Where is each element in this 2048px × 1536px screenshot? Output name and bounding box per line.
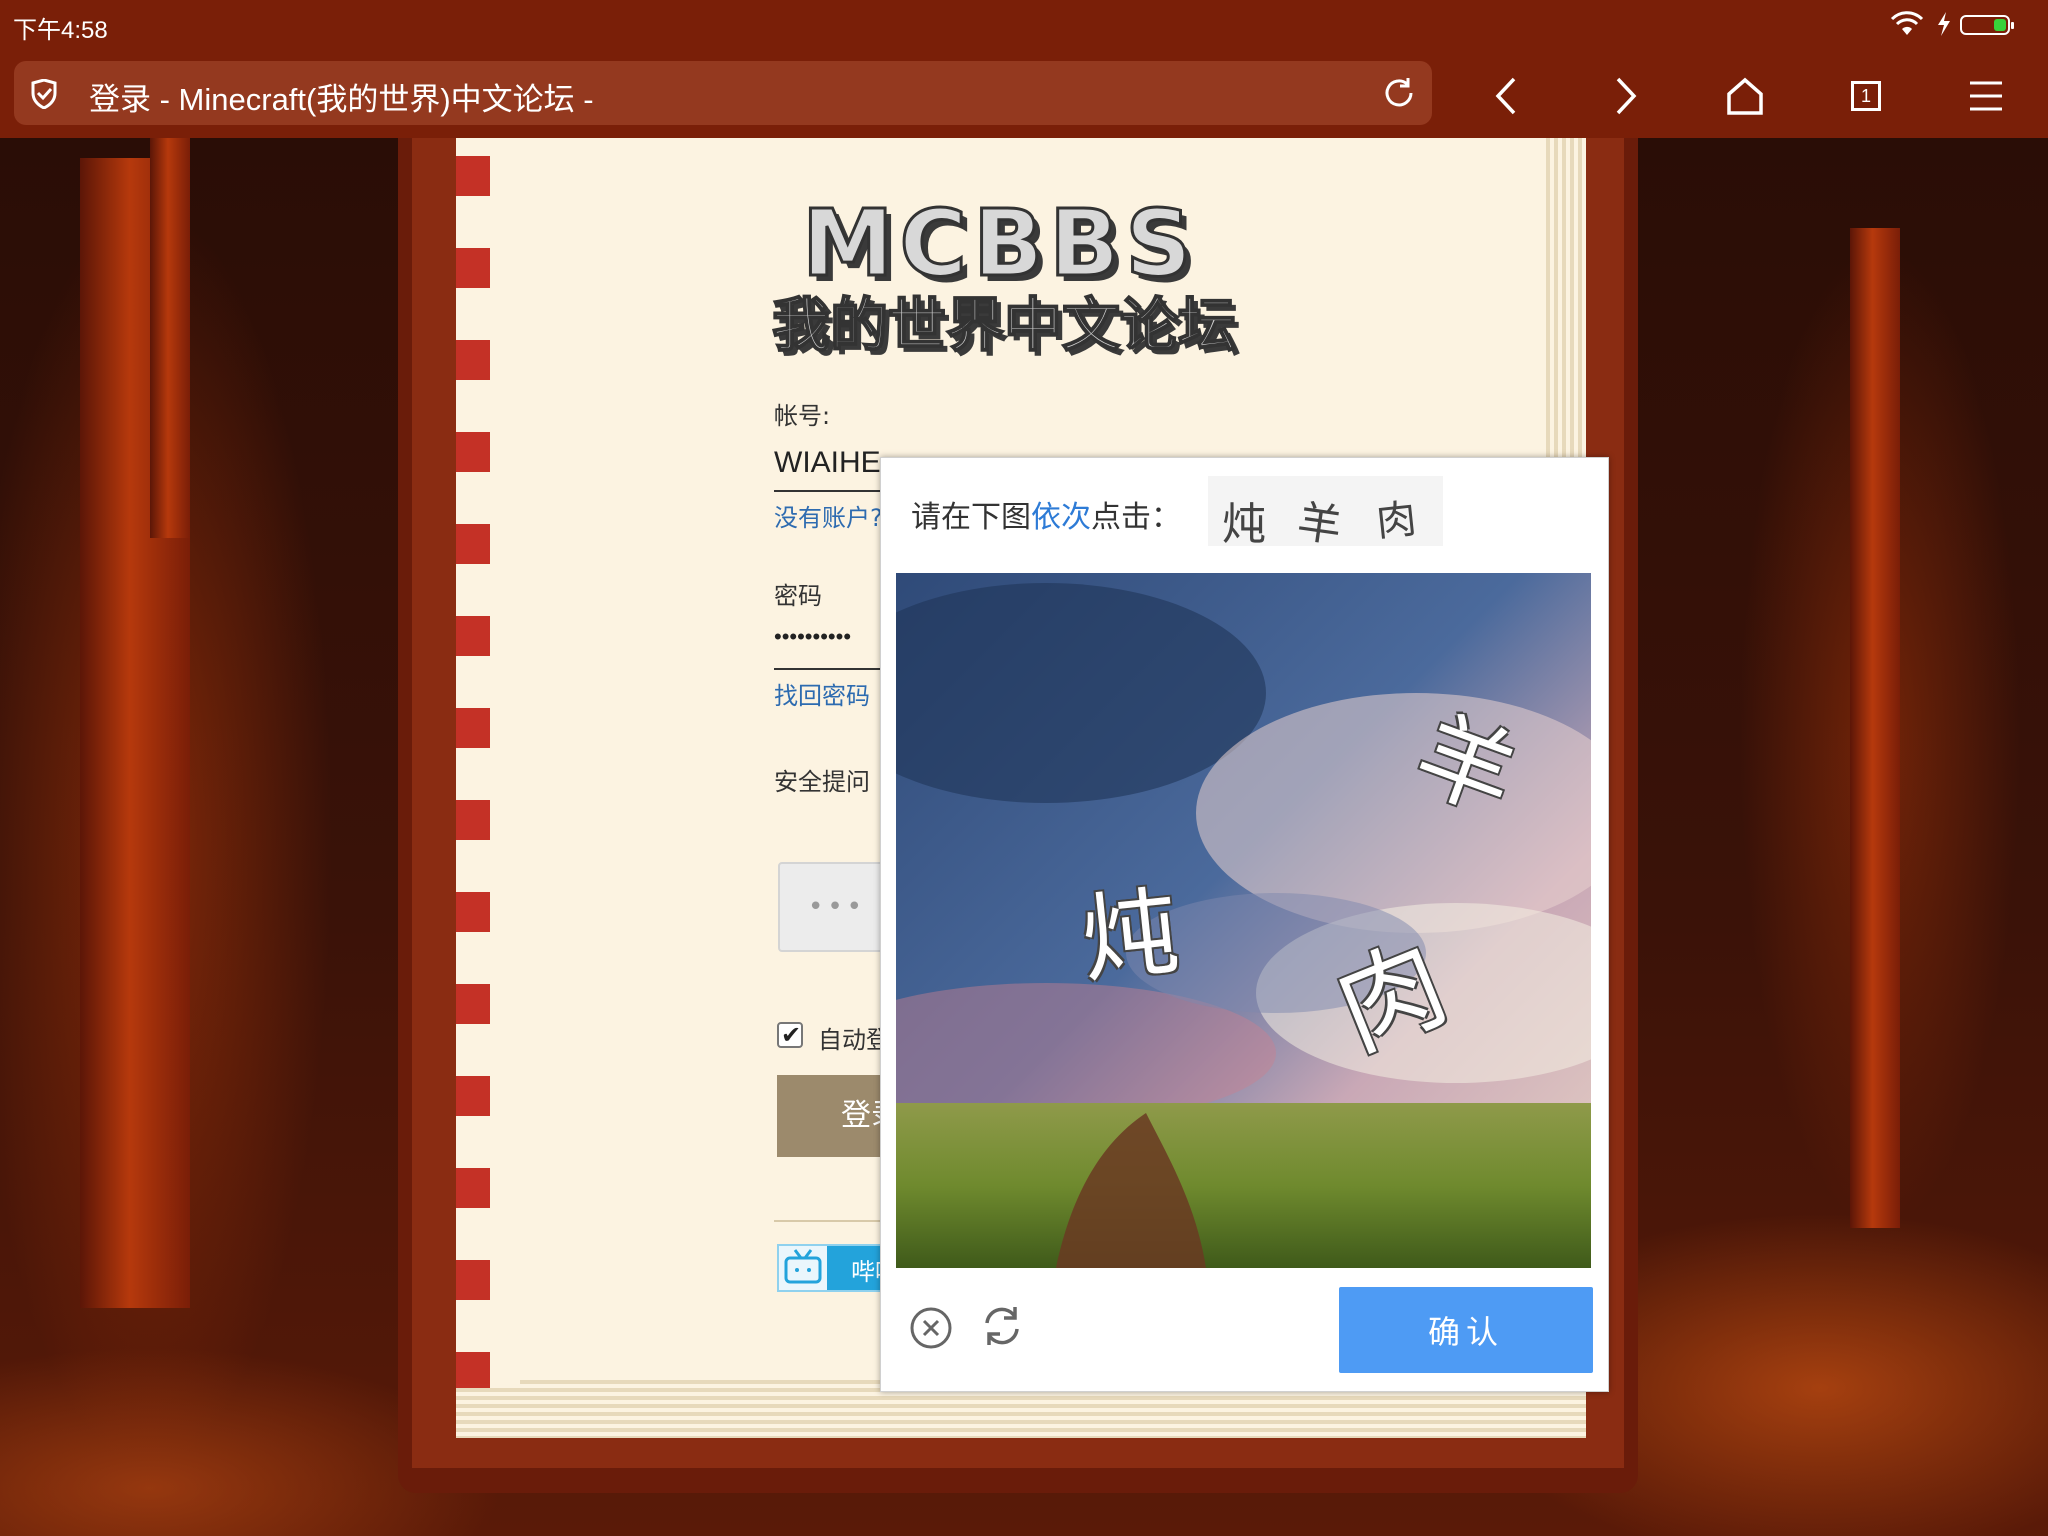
captcha-prompt-prefix: 请在下图 — [911, 500, 1031, 535]
lava-pillar — [150, 138, 190, 538]
captcha-prompt-suffix: 点击： — [1091, 500, 1181, 535]
captcha-prompt-highlight: 依次 — [1031, 500, 1091, 535]
browser-chrome: 下午4:58 登录 - Minecraft(我的世界)中文论坛 - 1 — [0, 0, 2048, 138]
login-button[interactable]: 登录 — [777, 1075, 887, 1157]
bilibili-login-button[interactable]: 哔哩哔哩 — [777, 1244, 887, 1292]
close-icon[interactable] — [909, 1306, 953, 1350]
refresh-icon[interactable] — [979, 1303, 1025, 1349]
account-underline — [774, 490, 884, 492]
register-link[interactable]: 没有账户? — [774, 498, 883, 533]
captcha-image-char[interactable]: 炖 — [1074, 853, 1184, 1001]
shield-check-icon — [31, 79, 57, 109]
logo-subtitle: 我的世界中文论坛 — [771, 290, 1237, 360]
bilibili-tv-icon — [779, 1246, 827, 1290]
chevron-left-icon — [1495, 77, 1516, 115]
menu-button[interactable] — [1958, 68, 2014, 124]
captcha-target-char: 肉 — [1374, 496, 1419, 546]
password-label: 密码 — [774, 582, 822, 610]
password-input[interactable]: •••••••••• — [774, 624, 851, 650]
landscape-image — [896, 573, 1591, 1268]
page-title: 登录 - Minecraft(我的世界)中文论坛 - — [89, 82, 594, 117]
account-input[interactable]: WIAIHE — [774, 446, 881, 480]
menu-icon — [1970, 81, 2002, 111]
checkmark-icon: ✔ — [781, 1021, 802, 1049]
captcha-target-chars: 炖 羊 肉 — [1208, 476, 1443, 553]
captcha-image[interactable]: 炖 羊 肉 — [896, 573, 1591, 1268]
charging-icon — [1938, 12, 1950, 36]
tab-count: 1 — [1851, 81, 1881, 111]
status-icons — [1890, 11, 2030, 39]
tabs-button[interactable]: 1 — [1838, 68, 1894, 124]
auto-login-checkbox[interactable]: ✔ — [777, 1021, 803, 1049]
chevron-right-icon — [1616, 77, 1637, 115]
captcha-placeholder: ••• — [808, 892, 867, 922]
status-bar: 下午4:58 — [0, 0, 2048, 52]
battery-icon — [1960, 15, 2014, 35]
home-icon — [1727, 77, 1763, 115]
lava-pillar — [1850, 228, 1900, 1228]
forgot-password-link[interactable]: 找回密码 — [774, 676, 870, 711]
address-bar[interactable]: 登录 - Minecraft(我的世界)中文论坛 - — [14, 61, 1432, 125]
reload-icon[interactable] — [1382, 76, 1416, 110]
mcbbs-logo: MCBBS 我的世界中文论坛 — [771, 189, 1267, 361]
forward-button[interactable] — [1598, 68, 1654, 124]
confirm-button[interactable]: 确认 — [1339, 1287, 1593, 1373]
captcha-target-char: 羊 — [1294, 496, 1345, 553]
book-binding — [490, 138, 520, 1388]
back-button[interactable] — [1478, 68, 1534, 124]
home-button[interactable] — [1717, 68, 1773, 124]
password-underline — [774, 668, 884, 670]
status-time: 下午4:58 — [13, 17, 108, 44]
captcha-prompt: 请在下图依次点击： — [911, 492, 1181, 536]
wifi-icon — [1890, 11, 1924, 35]
security-question-label: 安全提问 — [774, 768, 870, 796]
captcha-trigger[interactable]: ••• — [778, 862, 888, 952]
captcha-dialog: 请在下图依次点击： 炖 羊 肉 炖 羊 肉 确认 — [880, 457, 1609, 1392]
account-label: 帐号: — [774, 402, 831, 430]
captcha-target-char: 炖 — [1222, 499, 1266, 550]
divider — [774, 1220, 894, 1222]
